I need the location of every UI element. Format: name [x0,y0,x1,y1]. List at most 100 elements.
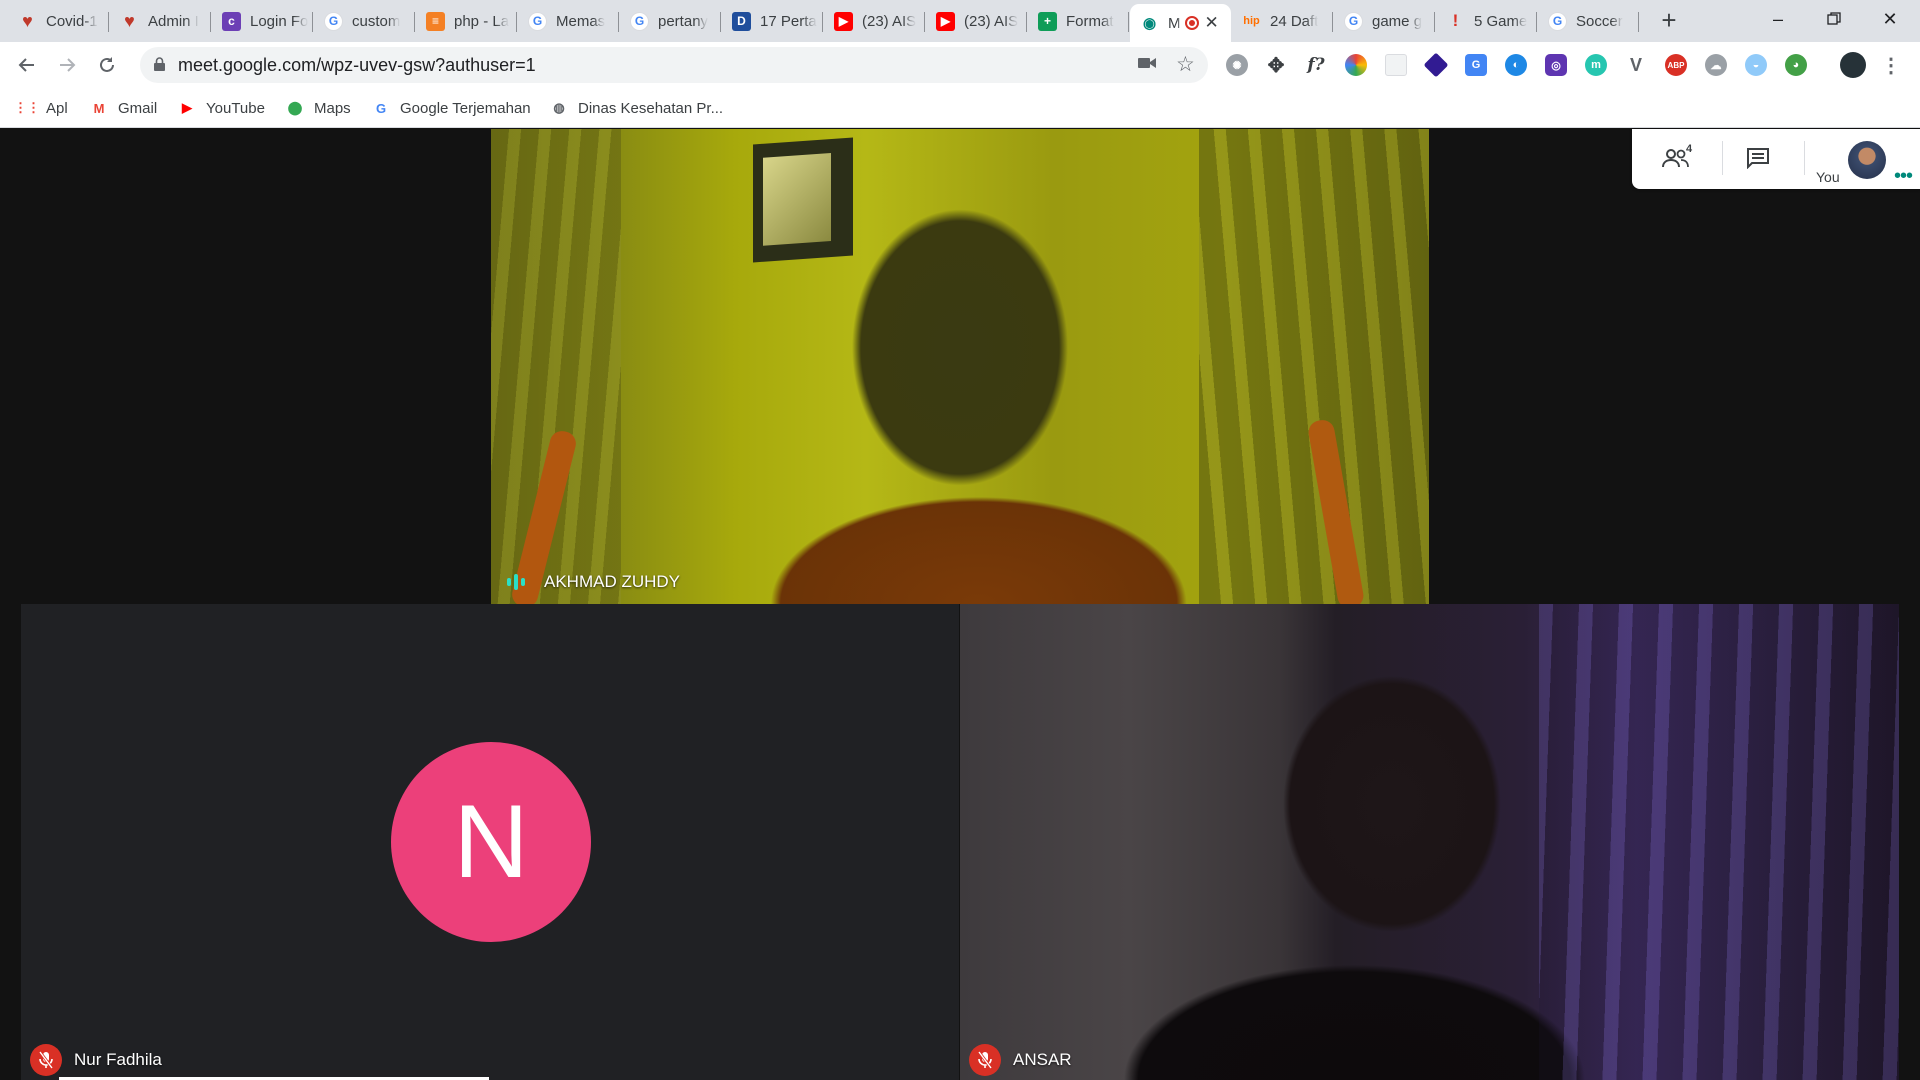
profile-avatar-icon[interactable] [1840,52,1866,78]
participant-name-label: ANSAR [969,1044,1072,1076]
camera-icon[interactable] [1138,54,1156,75]
chat-button[interactable] [1740,143,1776,173]
participant-tile-right[interactable]: ANSAR [960,604,1899,1080]
extension-vimium-icon[interactable]: V [1625,54,1647,76]
extension-colorpicker-icon[interactable] [1345,54,1367,76]
video-background [1199,129,1429,604]
bookmark-item[interactable]: M Gmail [90,97,158,119]
heart-icon: ♥ [22,10,33,31]
tab-separator [924,12,925,32]
extension-calendar-icon[interactable] [1385,54,1407,76]
google-icon: G [528,11,547,31]
forward-button[interactable] [52,50,82,80]
browser-tab[interactable]: ! 5 Game [1436,4,1537,38]
participant-tile-left[interactable]: N Nur Fadhila [21,604,959,1080]
bookmark-star-icon[interactable]: ☆ [1176,52,1195,77]
google-icon: G [324,11,343,31]
tab-separator [414,12,415,32]
bookmark-item[interactable]: ⋮⋮ Apl [14,97,68,119]
new-tab-button[interactable]: + [1654,6,1684,36]
speaking-indicator-icon [507,574,528,590]
browser-tab[interactable]: Gpertany [620,4,721,38]
extension-move-icon[interactable]: ✥ [1265,54,1287,77]
extension-m-icon[interactable]: m [1585,54,1607,76]
browser-tab[interactable]: D 17 Perta [722,4,823,38]
tab-separator [822,12,823,32]
tab-separator [1536,12,1537,32]
tab-separator [108,12,109,32]
minimize-button[interactable]: – [1750,0,1806,38]
video-background [491,129,621,604]
meet-icon: ◉ [1142,15,1157,32]
tab-title: (23) AIS [964,12,1019,30]
browser-tab[interactable]: ◉ M ✕ [1130,4,1231,42]
browser-tab[interactable]: c Login Fo [212,4,313,38]
heart-icon: ♥ [124,10,135,31]
browser-tab[interactable]: ▶ (23) AIS [824,4,925,38]
adblock-plus-icon[interactable]: ABP [1665,54,1687,76]
browser-tab[interactable]: G Soccer [1538,4,1639,38]
participant-count: 4 [1686,143,1693,155]
extension-bubble-icon[interactable]: ◒ [1745,54,1767,76]
reload-button[interactable] [92,50,122,80]
tab-title: Login Fo [250,12,309,30]
participant-name-label: AKHMAD ZUHDY [507,572,680,592]
restore-button[interactable] [1806,0,1862,38]
extension-formula-icon[interactable]: f? [1305,54,1327,76]
translate-icon: G [375,100,387,116]
tab-title: (23) AIS [862,12,917,30]
bookmark-item[interactable]: ◍ Dinas Kesehatan Pr... [550,97,723,119]
reload-icon [100,57,114,72]
forward-arrow-icon [60,58,76,72]
address-bar[interactable]: meet.google.com/wpz-uvev-gsw?authuser=1 … [140,47,1208,83]
self-label: You [1816,169,1840,185]
browser-tab[interactable]: hip 24 Daft [1232,4,1333,38]
extension-screen-recorder-icon[interactable]: ◎ [1545,54,1567,76]
browser-tab[interactable]: Gcustom [314,4,415,38]
extension-ghost-icon[interactable]: ☁ [1705,54,1727,76]
browser-tab[interactable]: ▶ (23) AIS [926,4,1027,38]
tab-separator [720,12,721,32]
browser-tab[interactable]: ♥ Covid-1 [8,4,109,38]
sheets-icon: + [1038,11,1057,31]
browser-menu-icon[interactable]: ⋮ [1880,54,1902,77]
bookmark-item[interactable]: ⬤ Maps [286,97,351,119]
back-button[interactable] [12,50,42,80]
globe-icon: ◍ [553,100,565,115]
tab-title: custom [352,12,401,30]
bookmark-item[interactable]: G Google Terjemahan [372,97,531,119]
video-background [753,137,853,263]
stackoverflow-icon: ≡ [426,11,445,31]
extension-globe-icon[interactable]: ◐ [1505,54,1527,76]
bookmark-label: Maps [314,99,351,117]
browser-tab[interactable]: ♥ Admin I [110,4,211,38]
extension-earth-icon[interactable]: ◕ [1785,54,1807,76]
url-text: meet.google.com/wpz-uvev-gsw?authuser=1 [178,55,536,75]
more-options-icon[interactable]: ••• [1894,166,1913,186]
divider [1722,141,1723,175]
bookmark-item[interactable]: ▶ YouTube [178,97,265,119]
participant-name: AKHMAD ZUHDY [544,572,681,591]
tab-title: M [1168,14,1181,32]
d-icon: D [732,11,751,31]
tab-title: 5 Game [1474,12,1528,30]
google-icon: G [1344,11,1363,31]
bookmark-label: YouTube [206,99,265,117]
meet-stage: AKHMAD ZUHDY N Nur Fadhila ANSAR [0,129,1920,1080]
self-view-thumbnail[interactable] [1848,141,1886,179]
close-window-button[interactable]: ✕ [1862,0,1918,38]
tab-separator [1332,12,1333,32]
close-tab-icon[interactable]: ✕ [1205,13,1219,33]
youtube-icon: ▶ [834,11,853,31]
browser-tab[interactable]: G Memas [518,4,619,38]
browser-tab[interactable]: Ggame g [1334,4,1435,38]
tab-separator [312,12,313,32]
tab-separator [1128,12,1129,32]
browser-tab[interactable]: ≡ php - La [416,4,517,38]
browser-tab[interactable]: + Format [1028,4,1129,38]
mic-off-icon [30,1044,62,1076]
extension-diamond-icon[interactable] [1423,52,1449,78]
participant-tile-main[interactable]: AKHMAD ZUHDY [491,129,1429,604]
extension-gear-icon[interactable]: ✺ [1226,54,1248,76]
extension-translate-icon[interactable]: G [1465,54,1487,76]
